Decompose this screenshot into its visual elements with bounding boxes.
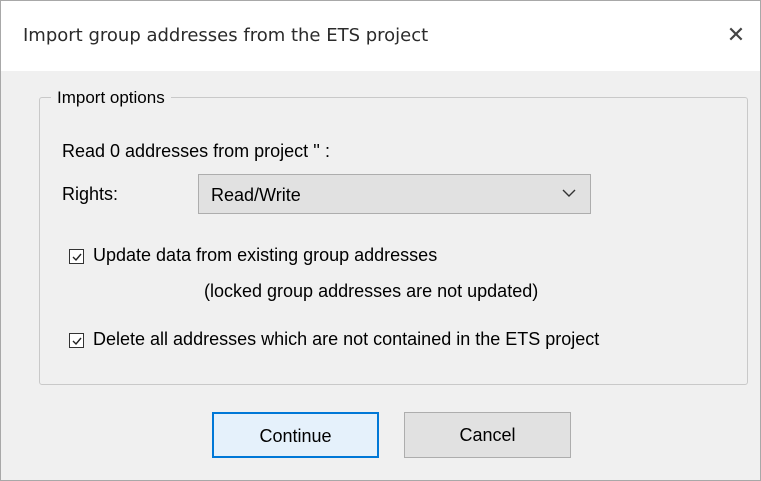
checkmark-icon <box>72 253 82 262</box>
rights-selected-value: Read/Write <box>211 185 301 205</box>
delete-addresses-label[interactable]: Delete all addresses which are not conta… <box>93 329 599 350</box>
read-info-text: Read 0 addresses from project '' : <box>62 141 330 161</box>
dialog-title: Import group addresses from the ETS proj… <box>23 25 429 46</box>
delete-addresses-checkbox[interactable] <box>69 333 84 348</box>
continue-button[interactable]: Continue <box>212 412 379 458</box>
rights-dropdown[interactable]: Read/Write <box>198 174 591 214</box>
update-data-checkbox[interactable] <box>69 249 84 264</box>
update-data-note: (locked group addresses are not updated) <box>204 281 539 301</box>
title-bar: Import group addresses from the ETS proj… <box>1 1 760 71</box>
chevron-down-icon <box>562 189 576 197</box>
cancel-button[interactable]: Cancel <box>404 412 571 458</box>
rights-label: Rights: <box>62 184 119 204</box>
import-options-legend: Import options <box>51 88 171 108</box>
close-button[interactable]: ✕ <box>720 19 752 51</box>
update-data-label[interactable]: Update data from existing group addresse… <box>93 245 437 266</box>
close-icon: ✕ <box>726 22 746 48</box>
checkmark-icon <box>72 337 82 346</box>
